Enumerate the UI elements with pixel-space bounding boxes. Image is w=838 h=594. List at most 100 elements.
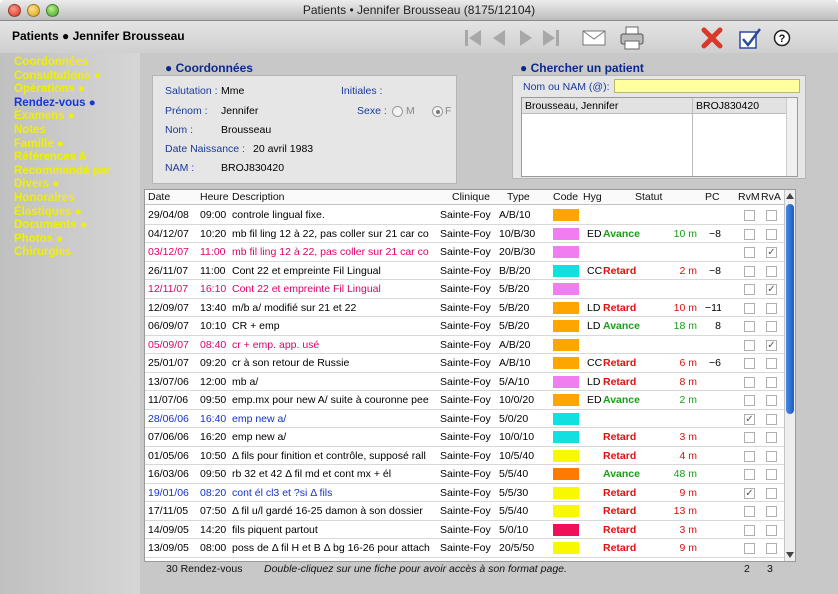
sidebar-item[interactable]: Élastiques ● bbox=[14, 206, 82, 220]
col-statut[interactable]: Statut bbox=[635, 191, 662, 203]
rvm-checkbox[interactable] bbox=[744, 562, 755, 563]
sidebar-item[interactable]: Consultations ● bbox=[14, 70, 101, 84]
sidebar-item[interactable]: Coordonnées bbox=[14, 56, 88, 70]
search-results-scrollbar[interactable] bbox=[786, 98, 797, 176]
rva-checkbox[interactable] bbox=[766, 562, 777, 563]
rva-checkbox[interactable] bbox=[766, 302, 777, 314]
table-row[interactable]: 12/11/07 16:10 Cont 22 et empreinte Fil Li… bbox=[145, 280, 785, 299]
rva-checkbox[interactable] bbox=[766, 210, 777, 221]
validate-button[interactable] bbox=[736, 26, 764, 50]
rva-checkbox[interactable] bbox=[766, 376, 777, 388]
table-row[interactable]: 26/11/07 11:00 Cont 22 et empreinte Fil Li… bbox=[145, 262, 785, 280]
col-clinique[interactable]: Clinique bbox=[452, 191, 490, 203]
rvm-checkbox[interactable] bbox=[744, 358, 755, 369]
close-window-button[interactable] bbox=[8, 4, 21, 17]
zoom-window-button[interactable] bbox=[46, 4, 59, 17]
sidebar-item[interactable]: Honoraires bbox=[14, 192, 75, 206]
delete-button[interactable] bbox=[698, 26, 726, 50]
email-button[interactable] bbox=[580, 26, 608, 50]
rva-checkbox[interactable] bbox=[766, 395, 777, 406]
table-row[interactable]: 04/12/07 10:20 mb fil ling 12 à 22, pas co… bbox=[145, 225, 785, 243]
rvm-checkbox[interactable] bbox=[744, 450, 755, 462]
rva-checkbox[interactable] bbox=[766, 487, 777, 499]
rva-checkbox[interactable] bbox=[766, 432, 777, 443]
rvm-checkbox[interactable] bbox=[744, 469, 755, 480]
rvm-checkbox[interactable] bbox=[744, 265, 755, 277]
rvm-checkbox[interactable] bbox=[744, 543, 755, 554]
previous-record-button[interactable] bbox=[487, 26, 513, 50]
sidebar-item[interactable]: Examens ● bbox=[14, 110, 75, 124]
rvm-checkbox[interactable] bbox=[744, 395, 755, 406]
sidebar-item[interactable]: Rendez-vous ● bbox=[14, 97, 96, 111]
help-button[interactable]: ? bbox=[770, 26, 794, 50]
table-row[interactable]: 25/01/07 09:20 cr à son retour de Russie Sa… bbox=[145, 354, 785, 373]
sexe-f-radio[interactable] bbox=[432, 106, 443, 117]
col-rva[interactable]: RvA bbox=[761, 191, 781, 203]
rva-checkbox[interactable]: ✓ bbox=[766, 247, 777, 258]
rva-checkbox[interactable] bbox=[766, 506, 777, 517]
sidebar-item[interactable]: Recommandé par bbox=[14, 165, 111, 179]
last-record-button[interactable] bbox=[537, 26, 563, 50]
table-row[interactable]: 05/09/07 08:40 cr + emp. app. usé Sainte-Fo… bbox=[145, 336, 785, 354]
search-results-list[interactable]: Brousseau, Jennifer BROJ830420 bbox=[521, 97, 798, 177]
search-input[interactable] bbox=[614, 79, 800, 93]
rvm-checkbox[interactable] bbox=[744, 506, 755, 517]
table-row[interactable]: 11/07/06 09:50 emp.mx pour new A/ suite à … bbox=[145, 391, 785, 410]
next-record-button[interactable] bbox=[512, 26, 538, 50]
sidebar-item[interactable]: Opérations ● bbox=[14, 83, 85, 97]
rvm-checkbox[interactable] bbox=[744, 284, 755, 295]
table-row[interactable]: 19/01/06 08:20 cont él cl3 et ?si Δ fils Sa… bbox=[145, 484, 785, 502]
rvm-checkbox[interactable] bbox=[744, 432, 755, 443]
first-record-button[interactable] bbox=[461, 26, 487, 50]
rva-checkbox[interactable] bbox=[766, 413, 777, 425]
col-hyg[interactable]: Hyg bbox=[583, 191, 602, 203]
table-row[interactable]: 03/12/07 11:00 mb fil ling 12 à 22, pas co… bbox=[145, 243, 785, 262]
rva-checkbox[interactable] bbox=[766, 543, 777, 554]
table-row[interactable]: 01/05/06 10:50 Δ fils pour finition et con… bbox=[145, 447, 785, 465]
sexe-m-radio[interactable] bbox=[392, 106, 403, 117]
rva-checkbox[interactable] bbox=[766, 321, 777, 332]
rva-checkbox[interactable] bbox=[766, 469, 777, 480]
rvm-checkbox[interactable] bbox=[744, 524, 755, 536]
scroll-thumb[interactable] bbox=[786, 204, 794, 414]
rva-checkbox[interactable] bbox=[766, 524, 777, 536]
rvm-checkbox[interactable] bbox=[744, 228, 755, 240]
table-row[interactable]: 06/09/07 10:10 CR + emp Sainte-Foy 5/B/20 LD A… bbox=[145, 317, 785, 336]
rva-checkbox[interactable] bbox=[766, 228, 777, 240]
table-row[interactable]: 13/07/06 12:00 mb a/Sainte-Foy 5/A/10 LD Reta… bbox=[145, 373, 785, 391]
rva-checkbox[interactable]: ✓ bbox=[766, 339, 777, 351]
table-row[interactable]: 13/09/05 08:00 poss de Δ fil H et B Δ bg 1… bbox=[145, 539, 785, 558]
sidebar-item[interactable]: Photos ● bbox=[14, 233, 63, 247]
rvm-checkbox[interactable] bbox=[744, 339, 755, 351]
print-button[interactable] bbox=[618, 26, 646, 50]
col-code[interactable]: Code bbox=[553, 191, 578, 203]
rvm-checkbox[interactable]: ✓ bbox=[744, 413, 755, 425]
col-rvm[interactable]: RvM bbox=[738, 191, 760, 203]
table-row[interactable]: 29/04/08 09:00 controle lingual fixe. Saint… bbox=[145, 206, 785, 225]
rvm-checkbox[interactable]: ✓ bbox=[744, 487, 755, 499]
rva-checkbox[interactable]: ✓ bbox=[766, 284, 777, 295]
table-row[interactable]: 17/11/05 07:50 Δ fil u/l gardé 16-25 damon… bbox=[145, 502, 785, 521]
table-row[interactable]: 14/09/05 14:20 fils piquent partout Sainte-… bbox=[145, 521, 785, 539]
rvm-checkbox[interactable] bbox=[744, 376, 755, 388]
table-row[interactable]: 07/06/06 16:20 emp new a/Sainte-Foy 10/0/10… bbox=[145, 428, 785, 447]
table-scrollbar[interactable] bbox=[784, 190, 795, 561]
sidebar-item[interactable]: Divers ● bbox=[14, 178, 59, 192]
rvm-checkbox[interactable] bbox=[744, 302, 755, 314]
minimize-window-button[interactable] bbox=[27, 4, 40, 17]
sidebar-item[interactable]: Chirurgies bbox=[14, 246, 72, 260]
col-date[interactable]: Date bbox=[148, 191, 170, 203]
col-pc[interactable]: PC bbox=[705, 191, 720, 203]
rvm-checkbox[interactable] bbox=[744, 247, 755, 258]
rvm-checkbox[interactable] bbox=[744, 210, 755, 221]
col-type[interactable]: Type bbox=[507, 191, 530, 203]
rva-checkbox[interactable] bbox=[766, 358, 777, 369]
rvm-checkbox[interactable] bbox=[744, 321, 755, 332]
col-description[interactable]: Description bbox=[232, 191, 285, 203]
table-row[interactable]: 07/07/05 08:00 Δ fils bb Sainte-Foy 5/5/40 bbox=[145, 558, 785, 563]
rva-checkbox[interactable] bbox=[766, 265, 777, 277]
col-heure[interactable]: Heure bbox=[200, 191, 229, 203]
table-row[interactable]: 16/03/06 09:50 rb 32 et 42 Δ fil md et con… bbox=[145, 465, 785, 484]
table-row[interactable]: 12/09/07 13:40 m/b a/ modifié sur 21 et 22… bbox=[145, 299, 785, 317]
sidebar-item[interactable]: Notes bbox=[14, 124, 46, 138]
